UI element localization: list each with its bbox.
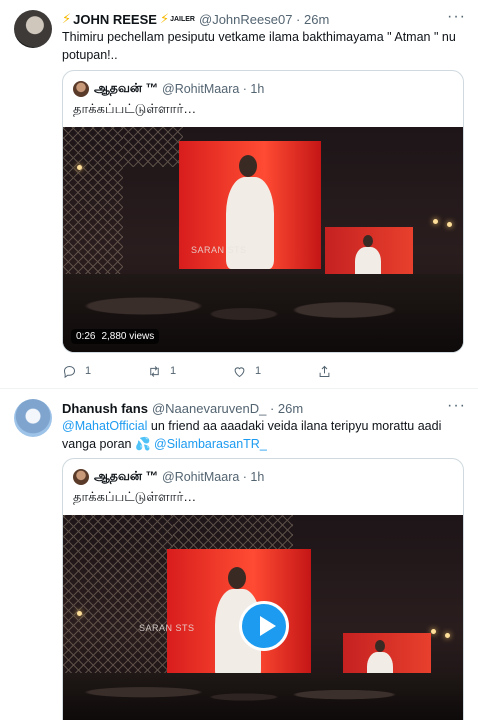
reply-count: 1 <box>85 365 92 377</box>
stage-light <box>77 165 82 170</box>
quoted-tweet-text: தாக்கப்பட்டுள்ளார்… <box>73 489 197 504</box>
more-options-icon[interactable]: ··· <box>447 8 466 26</box>
quoted-avatar <box>73 81 89 97</box>
performer-head <box>363 235 373 247</box>
heart-icon <box>234 366 245 377</box>
video-player[interactable]: SARAN STS <box>63 515 463 720</box>
video-watermark: SARAN STS <box>191 245 247 255</box>
emoji: 💦 <box>134 437 151 451</box>
avatar[interactable] <box>14 399 52 437</box>
video-watermark: SARAN STS <box>139 623 195 633</box>
quoted-display-name: ஆதவன் ™ <box>94 469 159 483</box>
stage-truss <box>123 127 183 167</box>
quoted-display-name: ஆதவன் ™ <box>94 81 159 95</box>
play-button-icon[interactable] <box>239 601 289 651</box>
quoted-handle-timestamp: @RohitMaara · 1h <box>162 470 265 484</box>
video-player[interactable]: SARAN STS 0:26 2,880 views <box>63 127 463 352</box>
performer-head <box>239 155 257 177</box>
mention-link[interactable]: @SilambarasanTR_ <box>151 437 267 451</box>
reply-button[interactable]: 1 <box>62 364 147 379</box>
stage-light <box>77 611 82 616</box>
name-badge: JAILER <box>170 15 195 23</box>
retweet-count: 1 <box>170 365 177 377</box>
quoted-tweet-text: தாக்கப்பட்டுள்ளார்… <box>73 101 197 116</box>
display-name[interactable]: Dhanush fans <box>62 401 148 416</box>
share-button[interactable] <box>317 364 402 379</box>
stage-light <box>445 633 450 638</box>
tweet-header: Dhanush fans @NaanevaruvenD_ · 26m <box>62 398 448 418</box>
share-icon <box>319 365 330 377</box>
like-button[interactable]: 1 <box>232 364 317 379</box>
tweet[interactable]: Dhanush fans @NaanevaruvenD_ · 26m ··· @… <box>0 389 478 720</box>
quoted-tweet[interactable]: ஆதவன் ™ @RohitMaara · 1h தாக்கப்பட்டுள்ள… <box>62 458 464 720</box>
handle-timestamp[interactable]: @JohnReese07 · 26m <box>199 12 329 27</box>
retweet-button[interactable]: 1 <box>147 364 232 379</box>
tweet-text: @MahatOfficial un friend aa aaadaki veid… <box>62 417 462 453</box>
tweet[interactable]: ⚡ JOHN REESE ⚡ JAILER @JohnReese07 · 26m… <box>0 0 478 388</box>
mention-link[interactable]: @MahatOfficial <box>62 419 147 433</box>
reply-icon <box>63 365 76 378</box>
handle-timestamp[interactable]: @NaanevaruvenD_ · 26m <box>152 401 303 416</box>
quoted-tweet-header: ஆதவன் ™ @RohitMaara · 1h <box>73 80 264 98</box>
quoted-avatar <box>73 469 89 485</box>
quoted-handle-timestamp: @RohitMaara · 1h <box>162 82 265 96</box>
tweet-actions: 1 1 1 <box>62 362 402 380</box>
stage-light <box>447 222 452 227</box>
quoted-tweet[interactable]: ஆதவன் ™ @RohitMaara · 1h தாக்கப்பட்டுள்ள… <box>62 70 464 353</box>
crowd <box>63 673 463 720</box>
stage-light <box>433 219 438 224</box>
retweet-icon <box>150 365 159 377</box>
video-duration: 0:26 <box>76 331 96 342</box>
stage-light <box>431 629 436 634</box>
lightning-icon: ⚡ <box>62 11 72 26</box>
performer-head <box>375 640 385 652</box>
tweet-header: ⚡ JOHN REESE ⚡ JAILER @JohnReese07 · 26m <box>62 9 448 29</box>
stage-truss <box>63 515 173 685</box>
more-options-icon[interactable]: ··· <box>447 397 466 415</box>
avatar[interactable] <box>14 10 52 48</box>
performer <box>226 177 274 269</box>
video-stats-badge: 0:26 2,880 views <box>71 329 160 344</box>
stage-truss <box>63 127 123 277</box>
lightning-icon: ⚡ <box>159 11 170 26</box>
tweet-text: Thimiru pechellam pesiputu vetkame ilama… <box>62 30 456 62</box>
performer-head <box>228 567 246 589</box>
quoted-tweet-header: ஆதவன் ™ @RohitMaara · 1h <box>73 468 264 486</box>
video-views: 2,880 views <box>101 331 155 342</box>
like-count: 1 <box>255 365 262 377</box>
display-name[interactable]: JOHN REESE <box>73 12 157 27</box>
